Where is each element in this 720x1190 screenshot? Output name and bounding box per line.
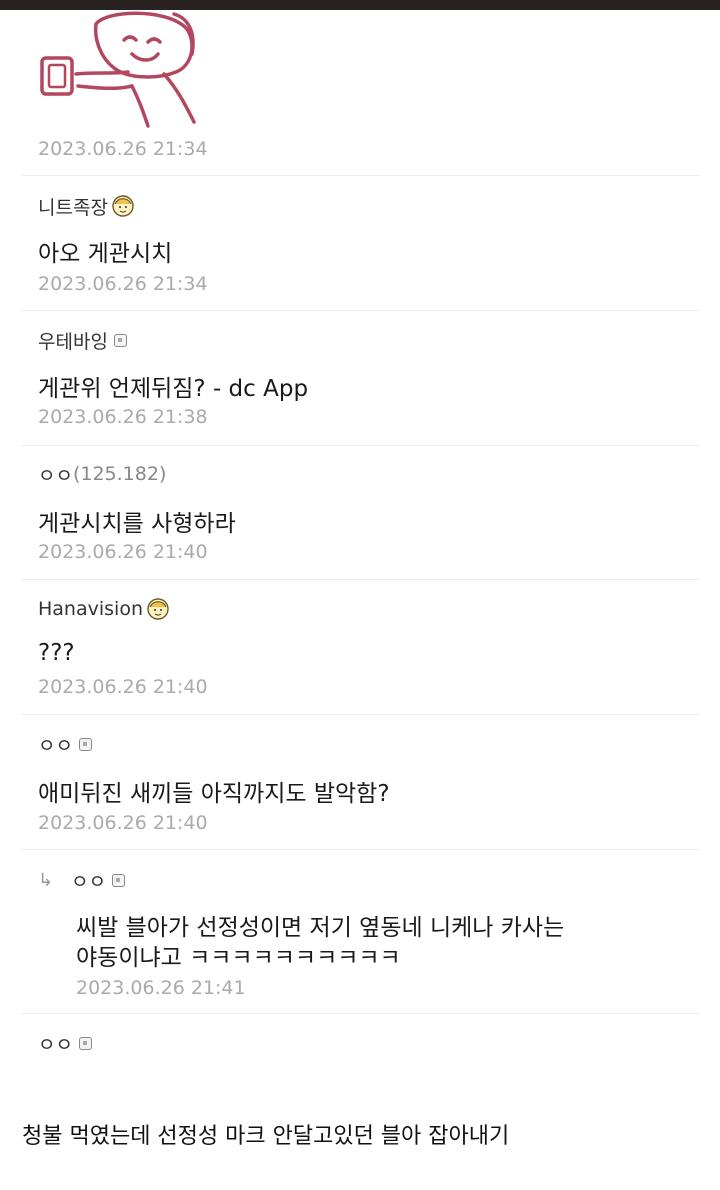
comment-item: ㅇㅇ (125.182) 게관시치를 사형하라 2023.06.26 21:40 [22, 446, 700, 580]
comment-text: ??? [38, 640, 75, 666]
gonik-icon [112, 195, 134, 217]
comment-author-row: ㅇㅇ [38, 1030, 92, 1056]
comment-date: 2023.06.26 21:38 [38, 406, 208, 428]
reply-arrow-icon: ↳ [38, 869, 54, 891]
comment-date: 2023.06.26 21:34 [38, 138, 208, 160]
top-bar [0, 0, 720, 10]
comment-author-row: ㅇㅇ (125.182) [38, 461, 166, 487]
fixed-nick-icon [112, 873, 126, 887]
comment-item: 2023.06.26 21:34 [22, 10, 700, 176]
comment-author[interactable]: ㅇㅇ [71, 867, 106, 894]
comment-text: 애미뒤진 새끼들 아직까지도 발악함? [38, 781, 390, 807]
comment-text-line-1: 씨발 블아가 선정성이면 저기 옆동네 니케나 카사는 [76, 915, 565, 941]
comment-item: Hanavision ??? 2023.06.26 21:40 [22, 580, 700, 715]
gonik-icon [147, 598, 169, 620]
comment-item: 우테바잉 게관위 언제뒤짐? - dc App 2023.06.26 21:38 [22, 311, 700, 446]
comment-date: 2023.06.26 21:40 [38, 676, 208, 698]
comment-item: ㅇㅇ [22, 1014, 700, 1064]
comment-text: 아오 게관시치 [38, 241, 173, 267]
comment-ip: (125.182) [72, 463, 167, 485]
comment-author[interactable]: ㅇㅇ [38, 731, 73, 758]
comment-author[interactable]: ㅇㅇ [38, 1030, 73, 1057]
comment-author[interactable]: 니트족장 [38, 193, 108, 220]
comment-author[interactable]: ㅇㅇ [38, 461, 73, 488]
post-caption: 청불 먹였는데 선정성 마크 안달고있던 블아 잡아내기 [22, 1124, 510, 1149]
comment-author[interactable]: Hanavision [38, 598, 143, 620]
comment-author-row: 니트족장 [38, 193, 135, 219]
comment-text: 게관시치를 사형하라 [38, 511, 236, 537]
fixed-nick-icon [78, 1036, 92, 1050]
reply-comment-item: ↳ ㅇㅇ 씨발 블아가 선정성이면 저기 옆동네 니케나 카사는 야동이냐고 ㅋ… [22, 850, 700, 1014]
comment-date: 2023.06.26 21:40 [38, 541, 208, 563]
comment-item: 니트족장 아오 게관시치 2023.06.26 21:34 [22, 176, 700, 311]
comment-author-row: Hanavision [38, 596, 170, 622]
comment-author-row: ↳ ㅇㅇ [38, 867, 126, 894]
fixed-nick-icon [78, 737, 92, 751]
comment-date: 2023.06.26 21:41 [76, 977, 246, 999]
comment-author[interactable]: 우테바잉 [38, 327, 108, 354]
comment-text: 게관위 언제뒤짐? - dc App [38, 376, 309, 402]
fixed-nick-icon [113, 333, 127, 347]
comment-item: ㅇㅇ 애미뒤진 새끼들 아직까지도 발악함? 2023.06.26 21:40 [22, 715, 700, 850]
comment-author-row: 우테바잉 [38, 327, 127, 353]
comment-text-line-2: 야동이냐고 ㅋㅋㅋㅋㅋㅋㅋㅋㅋㅋ [76, 945, 401, 971]
comment-date: 2023.06.26 21:34 [38, 273, 208, 295]
comment-date: 2023.06.26 21:40 [38, 812, 208, 834]
comment-author-row: ㅇㅇ [38, 731, 92, 757]
